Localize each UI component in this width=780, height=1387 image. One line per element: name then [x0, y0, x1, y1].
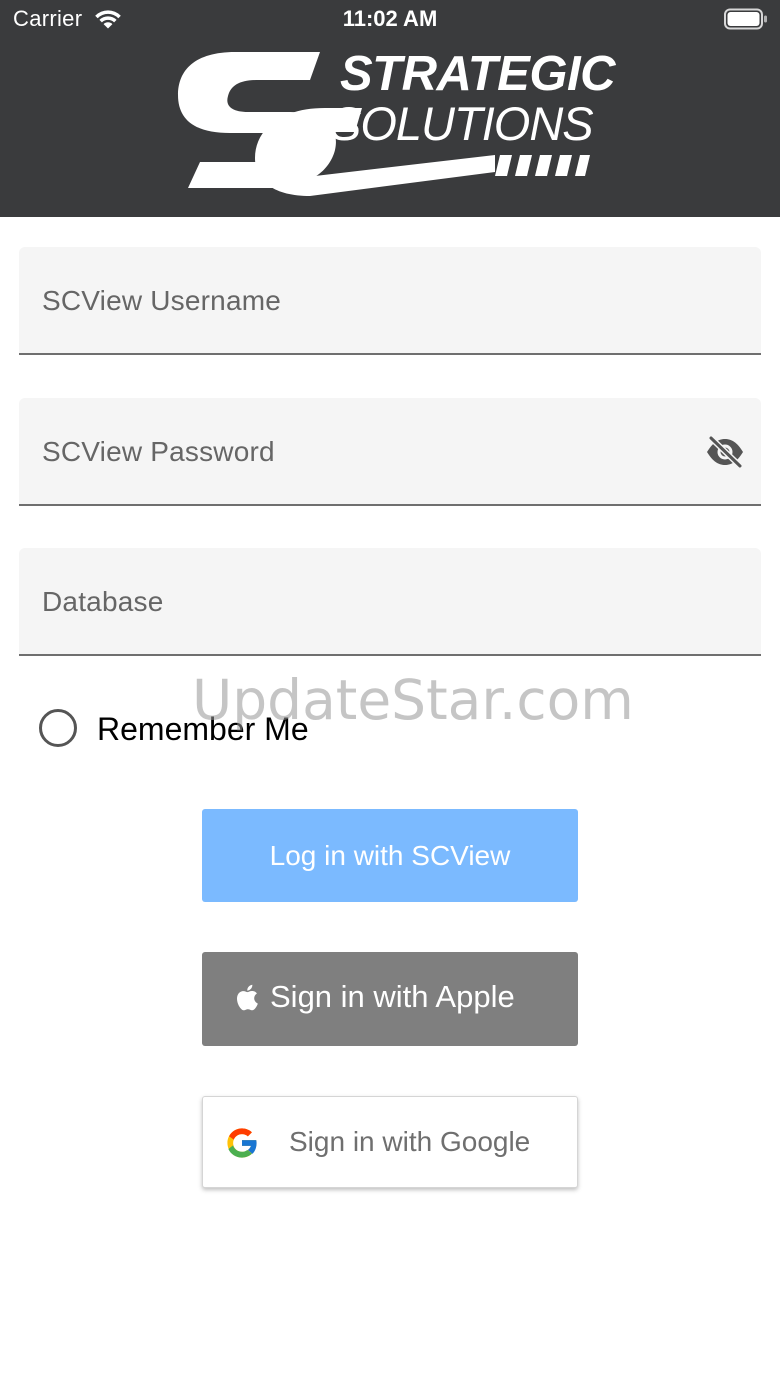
- status-time: 11:02 AM: [342, 6, 438, 31]
- eye-off-icon[interactable]: [705, 435, 745, 469]
- sign-in-google-button[interactable]: Sign in with Google: [202, 1096, 578, 1188]
- logo-text-strategic: STRATEGIC: [340, 47, 615, 101]
- username-placeholder: SCView Username: [42, 285, 282, 316]
- app-header: Carrier 11:02 AM STRATEGIC SOLUTIONS: [0, 0, 780, 217]
- apple-button-label: Sign in with Apple: [270, 979, 515, 1014]
- watermark-text: UpdateStar.com: [192, 668, 634, 732]
- username-field[interactable]: SCView Username: [19, 247, 761, 355]
- password-placeholder: SCView Password: [42, 436, 275, 467]
- battery-icon: [724, 8, 767, 30]
- password-field[interactable]: SCView Password: [19, 398, 761, 506]
- apple-icon: [237, 984, 258, 1011]
- database-field[interactable]: Database: [19, 548, 761, 656]
- google-button-label: Sign in with Google: [289, 1126, 531, 1157]
- login-scview-button[interactable]: Log in with SCView: [202, 809, 578, 902]
- database-placeholder: Database: [42, 586, 164, 617]
- remember-me-radio[interactable]: [39, 709, 77, 747]
- status-bar: Carrier 11:02 AM: [0, 0, 780, 40]
- sign-in-apple-button[interactable]: Sign in with Apple: [202, 952, 578, 1046]
- strategic-solutions-logo: STRATEGIC SOLUTIONS: [170, 40, 615, 205]
- logo-text-solutions: SOLUTIONS: [330, 97, 594, 150]
- google-icon: [227, 1128, 258, 1158]
